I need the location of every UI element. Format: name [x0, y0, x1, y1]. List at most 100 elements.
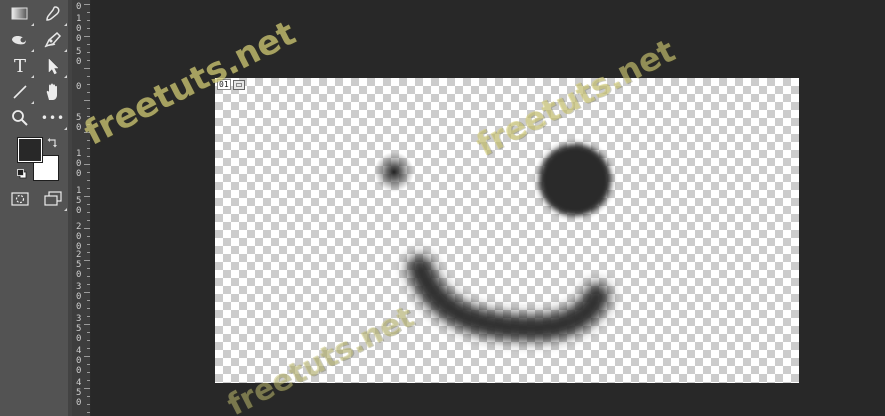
ruler-tick [87, 372, 90, 373]
ruler-tick [84, 36, 90, 37]
pen-tool-button[interactable] [38, 27, 68, 53]
ruler-tick [87, 52, 90, 53]
hand-icon [46, 83, 57, 100]
dodge-tool-button[interactable] [5, 27, 35, 53]
type-tool-button[interactable]: T [5, 53, 35, 79]
ruler-label: 100 [76, 149, 82, 179]
ruler-tick [84, 164, 90, 165]
type-icon: T [13, 55, 26, 77]
more-dots-icon: ••• [40, 111, 66, 125]
ruler-tick [87, 212, 90, 213]
hand-tool-button[interactable] [38, 79, 68, 105]
ruler-tick [87, 92, 90, 93]
gradient-icon [11, 7, 28, 20]
ruler-tick [87, 76, 90, 77]
layer-number: 01 [217, 79, 231, 90]
ruler-tick [87, 340, 90, 341]
ruler-tick [87, 12, 90, 13]
ruler-tick [87, 396, 90, 397]
ruler-label: 200 [76, 222, 82, 252]
layer-mask-icon [232, 79, 245, 90]
ruler-tick [87, 108, 90, 109]
ruler-tick [87, 308, 90, 309]
path-selection-tool-button[interactable] [38, 53, 68, 79]
ruler-tick [87, 252, 90, 253]
ruler-label: 50 [76, 113, 82, 133]
ruler-tick [87, 332, 90, 333]
zoom-tool-button[interactable] [5, 105, 35, 131]
ruler-tick [87, 180, 90, 181]
tools-panel: T ••• [0, 0, 72, 416]
ruler-tick [84, 4, 90, 5]
ruler-tick [87, 60, 90, 61]
ruler-tick [84, 68, 90, 69]
ruler-tick [87, 148, 90, 149]
right-eye-stroke [539, 144, 611, 216]
ruler-tick [87, 28, 90, 29]
ruler-tick [84, 132, 90, 133]
ruler-tick [87, 44, 90, 45]
ruler-tick [87, 124, 90, 125]
smiley-strokes [374, 144, 611, 342]
ruler-tick [87, 300, 90, 301]
ruler-tick [87, 188, 90, 189]
left-eye-stroke [374, 152, 414, 192]
line-icon [13, 85, 27, 99]
ruler-tick [87, 156, 90, 157]
foreground-color-swatch[interactable] [17, 137, 43, 163]
zoom-icon [12, 110, 28, 126]
ruler-tick [87, 116, 90, 117]
photoshop-window: T ••• 0 100 50 0 50 100 150 200 250 300 … [0, 0, 885, 416]
ruler-tick [84, 260, 90, 261]
ruler-tick [87, 220, 90, 221]
ruler-label: 0 [76, 2, 82, 12]
ruler-label: 100 [76, 14, 82, 44]
dodge-icon [12, 36, 26, 45]
quick-mask-button[interactable] [5, 186, 35, 212]
ruler-tick [84, 388, 90, 389]
ruler-tick [87, 236, 90, 237]
ruler-label: 0 [76, 82, 82, 92]
ruler-tick [87, 276, 90, 277]
default-colors-icon[interactable] [17, 169, 27, 179]
screen-mode-button[interactable] [38, 186, 68, 212]
ruler-tick [84, 356, 90, 357]
arrow-cursor-icon [48, 58, 59, 75]
document-canvas[interactable] [215, 78, 799, 383]
ruler-label: 50 [76, 47, 82, 67]
ruler-tick [87, 84, 90, 85]
ruler-tick [87, 380, 90, 381]
more-tools-button[interactable]: ••• [38, 105, 68, 131]
screen-mode-icon [44, 191, 62, 206]
ruler-tick [87, 140, 90, 141]
ruler-tick [87, 268, 90, 269]
ruler-label: 450 [76, 378, 82, 408]
ruler-tick [84, 228, 90, 229]
line-tool-button[interactable] [5, 79, 35, 105]
smudge-brush-icon [46, 6, 60, 21]
pen-icon [44, 31, 62, 48]
ruler-tick [84, 292, 90, 293]
ruler-tick [87, 364, 90, 365]
ruler-tick [87, 316, 90, 317]
ruler-label: 150 [76, 186, 82, 216]
ruler-tick [87, 244, 90, 245]
ruler-tick [87, 20, 90, 21]
ruler-label: 300 [76, 282, 82, 312]
ruler-tick [87, 172, 90, 173]
layer-badge: 01 [215, 78, 247, 91]
swap-colors-icon[interactable] [47, 136, 59, 148]
ruler-tick [87, 412, 90, 413]
vertical-ruler[interactable]: 0 100 50 0 50 100 150 200 250 300 350 40… [72, 0, 91, 416]
ruler-tick [87, 404, 90, 405]
ruler-tick [84, 100, 90, 101]
ruler-tick [84, 324, 90, 325]
ruler-tick [87, 204, 90, 205]
brush-tool-button[interactable] [38, 1, 68, 27]
quick-mask-icon [11, 192, 29, 206]
ruler-label: 400 [76, 346, 82, 376]
ruler-tick [87, 348, 90, 349]
ruler-label: 250 [76, 250, 82, 280]
gradient-tool-button[interactable] [5, 1, 35, 27]
ruler-tick [87, 284, 90, 285]
